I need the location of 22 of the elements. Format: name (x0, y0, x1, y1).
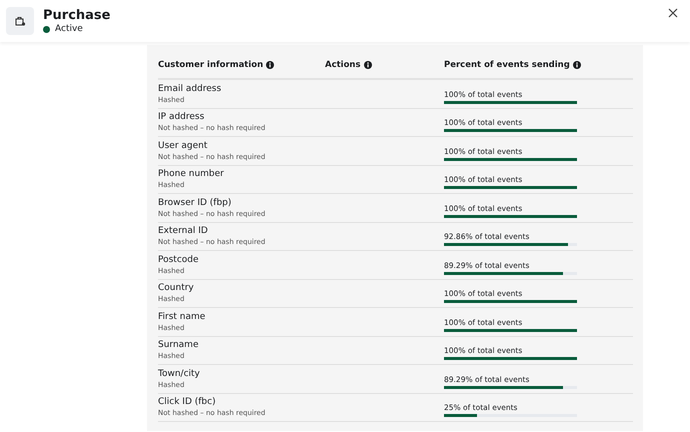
field-name: User agent (158, 140, 208, 151)
field-name: First name (158, 312, 206, 322)
field-name: IP address (158, 112, 206, 122)
field-name: Postcode (158, 254, 200, 265)
field-name: Browser ID (fbp) (158, 198, 232, 208)
status-label: Active (55, 24, 83, 34)
info-icon[interactable] (266, 60, 274, 68)
event-title: Purchase (43, 8, 110, 23)
field-name: Surname (158, 340, 200, 350)
field-name: External ID (158, 226, 209, 236)
field-name: Click ID (fbc) (158, 397, 217, 408)
bag-icon (6, 7, 34, 35)
field-name: Email address (158, 84, 222, 94)
info-icon[interactable] (572, 60, 581, 68)
column-header: Customer information (158, 60, 264, 70)
field-name: Country (158, 283, 195, 294)
column-header: Percent of events sending (444, 60, 570, 70)
close-icon[interactable] (666, 6, 680, 20)
info-icon[interactable] (364, 60, 372, 68)
field-name: Phone number (158, 169, 225, 180)
column-header: Actions (325, 60, 361, 70)
field-name: Town/city (158, 368, 201, 379)
